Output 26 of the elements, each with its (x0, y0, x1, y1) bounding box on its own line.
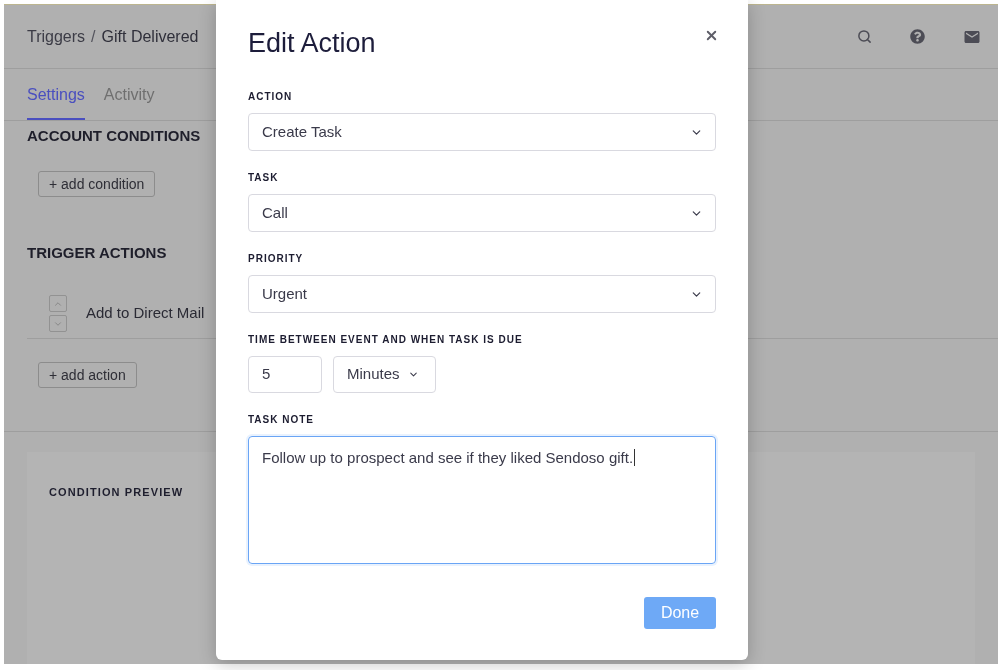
chevron-down-icon (407, 369, 419, 380)
field-label: PRIORITY (248, 253, 304, 265)
add-action-button[interactable]: + add action (38, 362, 137, 388)
add-condition-button[interactable]: + add condition (38, 171, 156, 197)
field-label: TASK NOTE (248, 414, 315, 426)
close-icon[interactable] (704, 28, 719, 43)
field-label: TIME BETWEEN EVENT AND WHEN TASK IS DUE (248, 334, 523, 346)
text-cursor-icon (634, 449, 636, 466)
select-dropdown[interactable]: Urgent (248, 275, 716, 313)
unit-select[interactable]: Minutes (333, 356, 436, 393)
amount-input[interactable]: 5 (248, 356, 322, 393)
card-heading: CONDITION PREVIEW (49, 485, 184, 499)
select-dropdown[interactable]: Call (248, 194, 716, 232)
modal-title: Edit Action (248, 27, 376, 59)
section-heading: TRIGGER ACTIONS (27, 244, 167, 262)
breadcrumb-link[interactable]: Triggers (27, 24, 86, 49)
action-name: Add to Direct Mail (86, 303, 205, 324)
select-dropdown[interactable]: Create Task (248, 113, 716, 151)
breadcrumb-separator: / (91, 26, 96, 47)
field-label: TASK (248, 172, 279, 184)
search-icon[interactable] (857, 29, 872, 44)
breadcrumb-current: Gift Delivered (101, 26, 199, 47)
help-icon[interactable] (910, 29, 925, 44)
field-label: ACTION (248, 91, 293, 103)
section-heading: ACCOUNT CONDITIONS (27, 127, 201, 145)
task-note-field[interactable]: Follow up to prospect and see if they liked Sendoso gift. (248, 436, 716, 564)
